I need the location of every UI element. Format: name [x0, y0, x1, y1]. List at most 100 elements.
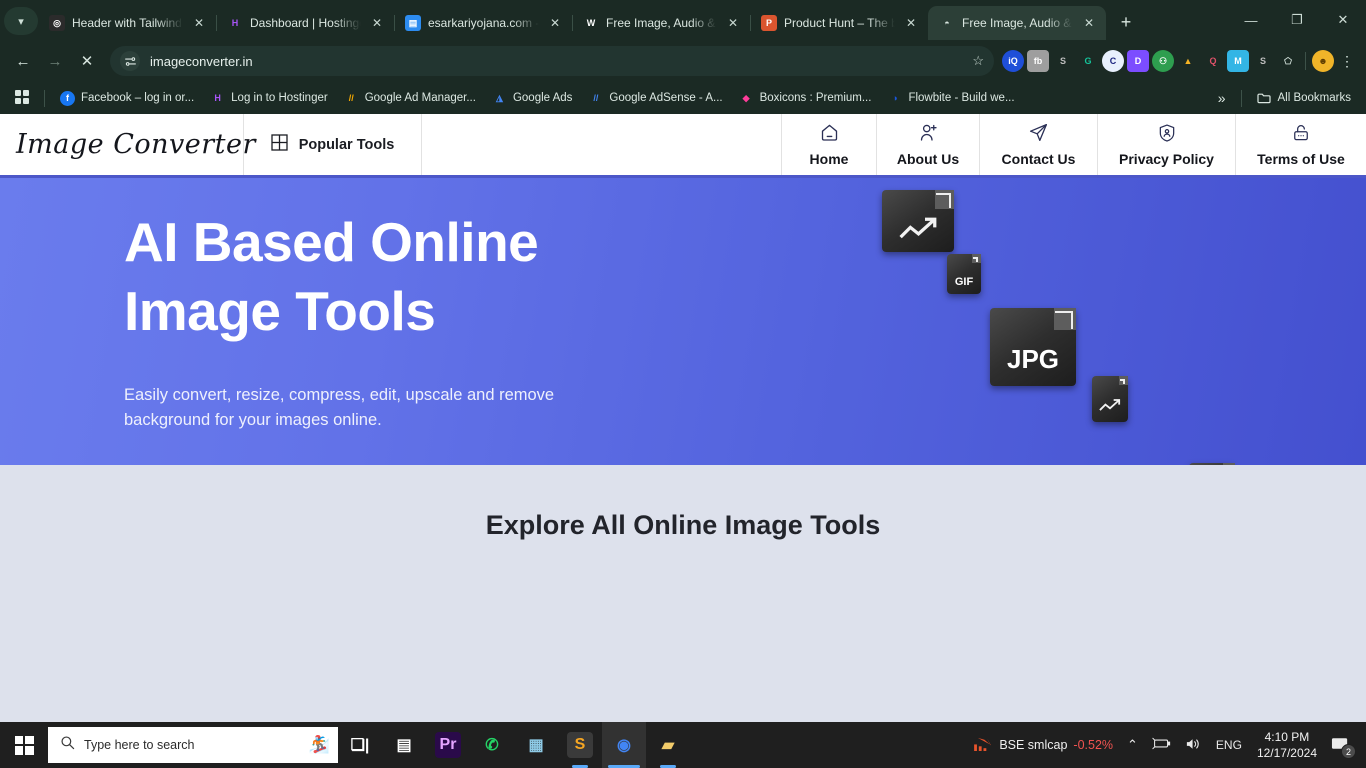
imageconverter-icon: ◓ [944, 18, 950, 28]
browser-tab[interactable]: P Product Hunt – The b ✕ [750, 6, 929, 40]
browser-tab[interactable]: H Dashboard | Hostinge ✕ [216, 6, 395, 40]
all-bookmarks-label: All Bookmarks [1277, 92, 1352, 104]
bookmark-label: Google AdSense - A... [609, 92, 723, 104]
tab-close-button[interactable]: ✕ [368, 14, 386, 32]
chevron-down-icon: ▾ [18, 15, 24, 28]
bookmark-divider [44, 89, 45, 107]
url-text[interactable]: imageconverter.in [150, 54, 962, 69]
maximize-icon: ❐ [1291, 12, 1303, 27]
hero-section: AI Based Online Image Tools Easily conve… [0, 178, 1366, 465]
popular-tools-button[interactable]: Popular Tools [244, 114, 422, 175]
clock-date: 12/17/2024 [1256, 746, 1317, 760]
tab-close-button[interactable]: ✕ [724, 14, 742, 32]
robot-extension-icon[interactable]: ⚇ [1152, 50, 1174, 72]
clock[interactable]: 4:10 PM 12/17/2024 [1249, 729, 1325, 761]
bookmark-label: Facebook – log in or... [81, 92, 195, 104]
w-icon: W [586, 18, 596, 28]
tab-close-button[interactable]: ✕ [190, 14, 208, 32]
calculator-icon[interactable]: ▦ [514, 722, 558, 768]
tab-close-button[interactable]: ✕ [546, 14, 564, 32]
nav-item-terms-of-use[interactable]: Terms of Use [1236, 114, 1366, 175]
new-tab-button[interactable]: + [1112, 8, 1140, 36]
nav-item-contact-us[interactable]: Contact Us [980, 114, 1098, 175]
browser-tab[interactable]: ▤ esarkariyojana.com - ✕ [394, 6, 573, 40]
grammarly-extension-icon[interactable]: S [1052, 50, 1074, 72]
kebab-menu-icon: ⋮ [1340, 53, 1354, 69]
tab-close-button[interactable]: ✕ [902, 14, 920, 32]
sublime-text-icon[interactable]: S [558, 722, 602, 768]
hero-heading: AI Based Online Image Tools [124, 208, 624, 347]
bookmark-item[interactable]: ◑ Flowbite - Build we... [880, 88, 1021, 109]
site-header: Image Converter Popular Tools Home About… [0, 114, 1366, 178]
taskbar-search[interactable]: Type here to search 🏂 [48, 727, 338, 763]
bookmark-item[interactable]: ◮ Google Ads [485, 88, 579, 109]
fb-extension-icon[interactable]: fb [1027, 50, 1049, 72]
clarity-extension-icon[interactable]: C [1102, 50, 1124, 72]
bookmark-item[interactable]: f Facebook – log in or... [53, 88, 201, 109]
browser-tab[interactable]: ◓ Free Image, Audio & ✕ [928, 6, 1106, 40]
volume-status[interactable] [1178, 722, 1209, 768]
triangle-extension-icon[interactable]: ▲ [1177, 50, 1199, 72]
stock-ticker[interactable]: BSE smlcap -0.52% [967, 722, 1120, 768]
task-view-icon[interactable]: ❏| [338, 722, 382, 768]
grammarly-g-icon[interactable]: G [1077, 50, 1099, 72]
bookmark-item[interactable]: // Google Ad Manager... [337, 88, 483, 109]
browser-tab[interactable]: W Free Image, Audio & ✕ [572, 6, 751, 40]
bookmark-label: Flowbite - Build we... [908, 92, 1015, 104]
site-logo[interactable]: Image Converter [0, 114, 255, 175]
iq-extension-icon[interactable]: iQ [1002, 50, 1024, 72]
bookmark-item[interactable]: // Google AdSense - A... [581, 88, 729, 109]
notification-count-badge: 2 [1341, 744, 1356, 759]
tab-close-button[interactable]: ✕ [1080, 14, 1098, 32]
search-icon [60, 735, 75, 755]
nav-item-privacy-policy[interactable]: Privacy Policy [1098, 114, 1236, 175]
file-type-label: JPG [1006, 344, 1060, 374]
search-extension-icon[interactable]: Q [1202, 50, 1224, 72]
nav-item-about-us[interactable]: About Us [877, 114, 980, 175]
bookmark-star-icon[interactable]: ☆ [972, 53, 984, 69]
apps-grid-icon [15, 89, 29, 107]
tab-title: Free Image, Audio & [962, 16, 1072, 30]
language-indicator[interactable]: ENG [1209, 722, 1249, 768]
bookmark-item[interactable]: H Log in to Hostinger [203, 88, 335, 109]
browser-toolbar: ← → ✕ imageconverter.in ☆ iQ fb S G C D ⚇ ▲ Q M S ⬠… [0, 40, 1366, 82]
file-type-label: GIF [954, 276, 974, 288]
whatsapp-icon[interactable]: ✆ [470, 722, 514, 768]
hero-illustration: GIFJPGXLSTXTPDFPNGDOCXTIFFAa [860, 178, 1280, 465]
browser-menu-button[interactable]: ⋮ [1336, 54, 1358, 68]
d-extension-icon[interactable]: D [1127, 50, 1149, 72]
start-button[interactable] [0, 722, 48, 768]
tab-search-button[interactable]: ▾ [4, 7, 38, 35]
apps-shortcut[interactable] [8, 87, 36, 110]
stop-button[interactable]: ✕ [72, 46, 102, 76]
header-spacer [422, 114, 782, 175]
tray-expand-button[interactable]: ⌃ [1120, 722, 1145, 768]
notification-center-button[interactable]: 2 [1325, 722, 1360, 768]
microsoft-store-icon[interactable]: ▤ [382, 722, 426, 768]
site-settings-icon[interactable] [120, 51, 140, 71]
all-bookmarks-button[interactable]: All Bookmarks [1250, 88, 1359, 109]
file-explorer-icon[interactable]: ▰ [646, 722, 690, 768]
bookmark-label: Log in to Hostinger [231, 92, 328, 104]
grammarly2-extension-icon[interactable]: S [1252, 50, 1274, 72]
back-button[interactable]: ← [8, 46, 38, 76]
address-bar[interactable]: imageconverter.in ☆ [110, 46, 994, 76]
nav-item-home[interactable]: Home [782, 114, 877, 175]
forward-button[interactable]: → [40, 46, 70, 76]
chrome-icon[interactable]: ◉ [602, 722, 646, 768]
browser-tab[interactable]: ◎ Header with Tailwind ✕ [38, 6, 217, 40]
premiere-pro-icon[interactable]: Pr [426, 722, 470, 768]
microsoft-store-icon-glyph: ▤ [396, 737, 412, 754]
battery-status[interactable] [1145, 722, 1178, 768]
puzzle-extension-icon[interactable]: ⬠ [1277, 50, 1299, 72]
bookmark-item[interactable]: ◆ Boxicons : Premium... [732, 88, 879, 109]
minimize-button[interactable]: — [1228, 0, 1274, 40]
profile-avatar[interactable]: ☻ [1312, 50, 1334, 72]
explore-section: Explore All Online Image Tools [0, 465, 1366, 585]
bookmarks-overflow-button[interactable]: » [1211, 87, 1233, 109]
premiere-pro-icon-glyph: Pr [435, 732, 461, 758]
maximize-button[interactable]: ❐ [1274, 0, 1320, 40]
sublime-text-icon-glyph: S [567, 732, 593, 758]
mailtrack-extension-icon[interactable]: M [1227, 50, 1249, 72]
close-button[interactable]: ✕ [1320, 0, 1366, 40]
